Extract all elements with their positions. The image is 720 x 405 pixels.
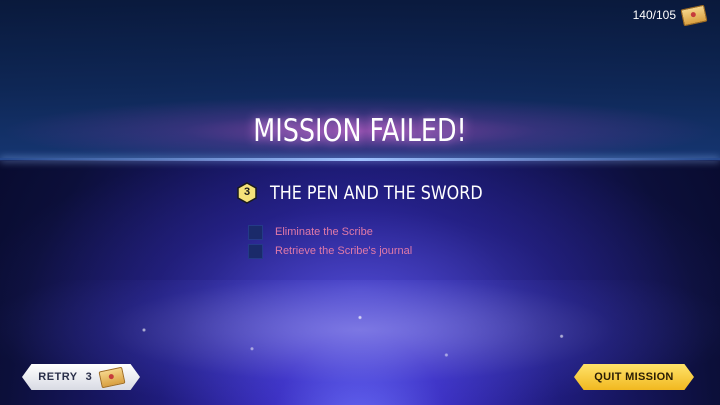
objective-label: Eliminate the Scribe — [275, 226, 373, 238]
level-badge: 3 — [236, 182, 258, 204]
objective-item: Retrieve the Scribe's journal — [248, 242, 412, 260]
mission-name: THE PEN AND THE SWORD — [270, 182, 483, 204]
objective-item: Eliminate the Scribe — [248, 223, 412, 241]
objectives-list: Eliminate the Scribe Retrieve the Scribe… — [248, 223, 412, 261]
retry-button[interactable]: RETRY 3 — [22, 364, 140, 390]
banner-divider — [0, 158, 720, 161]
ticket-icon — [680, 4, 708, 26]
objective-label: Retrieve the Scribe's journal — [275, 245, 413, 257]
mission-header: 3 THE PEN AND THE SWORD — [236, 182, 523, 204]
retry-label: RETRY — [38, 371, 78, 383]
mission-result-title: MISSION FAILED! — [253, 113, 467, 149]
quit-label: QUIT MISSION — [594, 371, 674, 383]
ticket-counter: 140/105 — [632, 4, 708, 26]
ticket-count: 140/105 — [632, 8, 676, 22]
ticket-icon — [98, 366, 126, 388]
objective-checkbox — [248, 224, 263, 240]
level-number: 3 — [243, 186, 251, 198]
retry-cost: 3 — [85, 371, 92, 383]
quit-mission-button[interactable]: QUIT MISSION — [574, 364, 694, 390]
objective-checkbox — [248, 243, 263, 259]
